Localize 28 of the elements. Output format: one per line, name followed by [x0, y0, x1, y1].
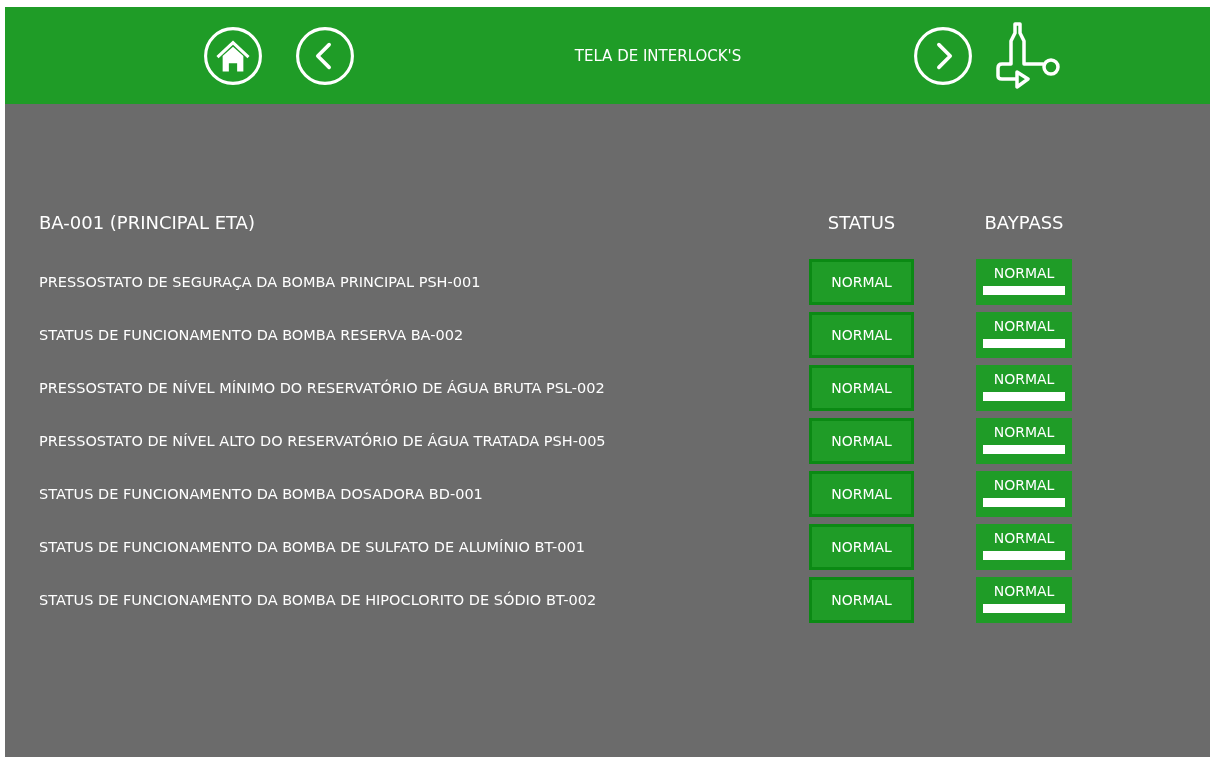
- interlock-label: STATUS DE FUNCIONAMENTO DA BOMBA RESERVA BA-002: [39, 327, 464, 343]
- interlock-label: STATUS DE FUNCIONAMENTO DA BOMBA DOSADORA BD-001: [39, 486, 483, 502]
- status-indicator: NORMAL: [809, 470, 914, 517]
- interlock-label: STATUS DE FUNCIONAMENTO DA BOMBA DE HIPOCLORITO DE SÓDIO BT-002: [39, 592, 597, 608]
- interlock-label: PRESSOSTATO DE NÍVEL MÍNIMO DO RESERVATÓRIO DE ÁGUA BRUTA PSL-002: [39, 380, 605, 396]
- status-indicator: NORMAL: [809, 258, 914, 305]
- status-indicator: NORMAL: [809, 364, 914, 411]
- section-title: BA-001 (PRINCIPAL ETA): [39, 212, 256, 233]
- interlock-label: STATUS DE FUNCIONAMENTO DA BOMBA DE SULFATO DE ALUMÍNIO BT-001: [39, 539, 585, 555]
- bypass-button[interactable]: NORMAL: [976, 576, 1072, 623]
- interlock-label: PRESSOSTATO DE NÍVEL ALTO DO RESERVATÓRIO DE ÁGUA TRATADA PSH-005: [39, 433, 606, 449]
- column-heading: BAYPASS: [983, 212, 1065, 233]
- bypass-button[interactable]: NORMAL: [976, 258, 1072, 305]
- bypass-button[interactable]: NORMAL: [976, 523, 1072, 570]
- bypass-button[interactable]: NORMAL: [976, 364, 1072, 411]
- status-indicator: NORMAL: [809, 417, 914, 464]
- status-indicator: NORMAL: [809, 311, 914, 358]
- bypass-button[interactable]: NORMAL: [976, 417, 1072, 464]
- column-heading: STATUS: [826, 212, 897, 233]
- interlock-label: PRESSOSTATO DE SEGURAÇA DA BOMBA PRINCIPAL PSH-001: [39, 274, 481, 290]
- forward-icon[interactable]: [913, 25, 973, 86]
- screen-title: TELA DE INTERLOCK'S: [573, 46, 743, 65]
- bypass-button[interactable]: NORMAL: [976, 311, 1072, 358]
- home-icon[interactable]: [203, 25, 263, 86]
- back-icon[interactable]: [295, 25, 355, 86]
- status-indicator: NORMAL: [809, 576, 914, 623]
- bypass-button[interactable]: NORMAL: [976, 470, 1072, 517]
- status-indicator: NORMAL: [809, 523, 914, 570]
